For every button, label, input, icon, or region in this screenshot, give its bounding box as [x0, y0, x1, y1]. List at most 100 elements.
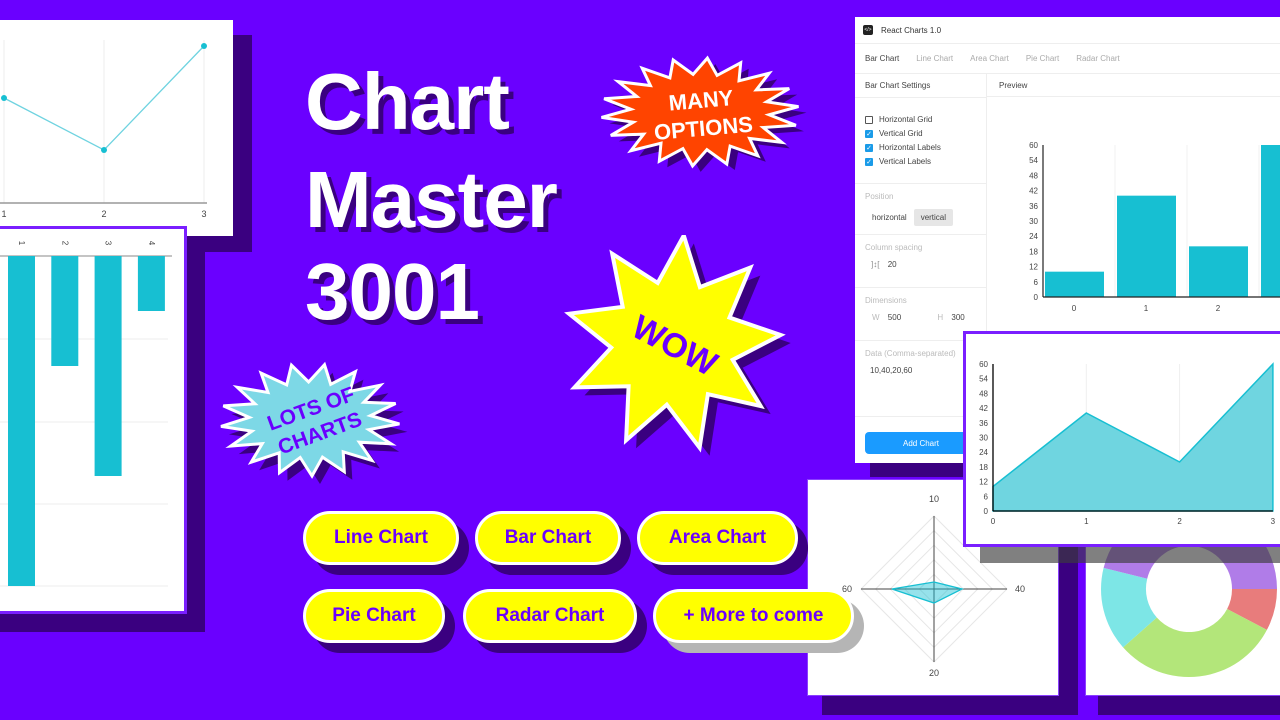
- bar-chart-button[interactable]: Bar Chart: [475, 511, 621, 565]
- checkbox-label: Vertical Grid: [879, 129, 923, 138]
- donut-card-shadow: [1098, 695, 1280, 715]
- radar-label: 40: [1015, 584, 1025, 594]
- y-tick-label: 36: [979, 419, 988, 428]
- line-chart: 1 2 3: [0, 40, 207, 219]
- line-chart-card: 1 2 3: [0, 20, 233, 236]
- data-point: [101, 147, 107, 153]
- tab-line-chart[interactable]: Line Chart: [916, 54, 953, 63]
- app-header: </> React Charts 1.0: [855, 17, 1280, 44]
- position-horizontal[interactable]: horizontal: [865, 209, 914, 226]
- tab-bar-chart[interactable]: Bar Chart: [865, 54, 899, 63]
- y-tick-label: 48: [1029, 171, 1038, 180]
- add-chart-button[interactable]: Add Chart: [865, 432, 977, 454]
- app-title: React Charts 1.0: [881, 25, 942, 35]
- radar-label: 10: [929, 494, 939, 504]
- y-tick-label: 12: [1029, 263, 1038, 272]
- radar-label: 60: [842, 584, 852, 594]
- y-tick-label: 18: [979, 463, 988, 472]
- y-tick-label: 0: [1034, 293, 1039, 302]
- y-tick-label: 30: [1029, 217, 1038, 226]
- x-tick-label: 2: [1177, 517, 1182, 526]
- x-tick-label: 1: [17, 241, 26, 246]
- wow-starburst: WOW: [564, 235, 791, 456]
- area-fill: [992, 362, 1274, 512]
- area-chart-button[interactable]: Area Chart: [637, 511, 798, 565]
- bar: [51, 256, 79, 366]
- checkbox[interactable]: [865, 115, 873, 124]
- column-spacing-icon: ]↕[: [871, 260, 880, 269]
- x-tick-label: 1: [1084, 517, 1089, 526]
- tab-radar-chart[interactable]: Radar Chart: [1076, 54, 1120, 63]
- y-tick-label: 54: [979, 375, 988, 384]
- data-input[interactable]: 10,40,20,60: [870, 366, 912, 375]
- y-tick-label: 6: [1034, 278, 1039, 287]
- inverted-bar-chart: 1 2 3 4: [0, 241, 172, 587]
- pie-chart-button[interactable]: Pie Chart: [303, 589, 445, 643]
- radar-chart-button[interactable]: Radar Chart: [463, 589, 637, 643]
- title-line-1: Chart: [305, 57, 510, 146]
- bar: [137, 256, 165, 311]
- y-tick-label: 30: [979, 434, 988, 443]
- x-tick-label: 0: [991, 517, 996, 526]
- radar-card-shadow: [1058, 546, 1078, 715]
- x-tick-label: 1: [1144, 304, 1149, 313]
- x-tick-label: 3: [104, 241, 113, 246]
- line-chart-button[interactable]: Line Chart: [303, 511, 459, 565]
- code-icon: </>: [863, 25, 873, 35]
- y-tick-label: 60: [1029, 141, 1038, 150]
- x-tick-label: 3: [1271, 517, 1276, 526]
- checkbox-label: Horizontal Labels: [879, 143, 941, 152]
- spacing-input[interactable]: 20: [888, 260, 897, 269]
- x-tick-label: 4: [147, 241, 156, 246]
- height-input[interactable]: 300: [951, 313, 964, 322]
- data-label: Data (Comma-separated): [865, 349, 956, 358]
- more-to-come-button[interactable]: + More to come: [653, 589, 854, 643]
- y-tick-label: 24: [1029, 232, 1038, 241]
- y-tick-label: 6: [984, 492, 989, 501]
- data-point: [201, 43, 207, 49]
- x-tick-label: 2: [101, 209, 106, 219]
- x-tick-label: 1: [1, 209, 6, 219]
- bar: [8, 256, 35, 586]
- spacing-label: Column spacing: [865, 243, 923, 252]
- checkbox-horizontal-labels[interactable]: ✓ Horizontal Labels: [865, 143, 976, 152]
- title-line-3: 3001: [305, 247, 480, 336]
- bar: [1189, 246, 1248, 297]
- y-tick-label: 12: [979, 478, 988, 487]
- position-label: Position: [865, 192, 894, 201]
- height-label: H: [937, 313, 944, 322]
- width-input[interactable]: 500: [888, 313, 901, 322]
- tab-pie-chart[interactable]: Pie Chart: [1026, 54, 1059, 63]
- y-tick-label: 54: [1029, 156, 1038, 165]
- checkbox-vertical-grid[interactable]: ✓ Vertical Grid: [865, 129, 976, 138]
- title-line-2: Master: [305, 155, 558, 244]
- lots-of-charts-starburst: LOTS OF CHARTS: [220, 361, 408, 484]
- x-tick-label: 3: [201, 209, 206, 219]
- x-tick-label: 2: [1216, 304, 1221, 313]
- many-options-starburst: MANY OPTIONS: [601, 55, 807, 172]
- tab-area-chart[interactable]: Area Chart: [970, 54, 1009, 63]
- bar: [1261, 145, 1280, 297]
- y-tick-label: 36: [1029, 202, 1038, 211]
- y-tick-label: 42: [1029, 187, 1038, 196]
- y-tick-label: 60: [979, 360, 988, 369]
- radar-label: 20: [929, 668, 939, 678]
- bar: [94, 256, 122, 476]
- x-tick-label: 2: [60, 241, 69, 246]
- position-vertical[interactable]: vertical: [913, 209, 954, 226]
- x-tick-label: 0: [1072, 304, 1077, 313]
- data-point: [1, 95, 7, 101]
- bar: [1045, 271, 1104, 297]
- inverted-bar-chart-card: 1 2 3 4: [0, 226, 187, 614]
- checkbox-horizontal-grid[interactable]: Horizontal Grid: [865, 115, 976, 124]
- checkbox-vertical-labels[interactable]: ✓ Vertical Labels: [865, 157, 976, 166]
- y-tick-label: 18: [1029, 247, 1038, 256]
- checkbox-label: Vertical Labels: [879, 157, 932, 166]
- checkbox-checked[interactable]: ✓: [865, 143, 873, 152]
- area-chart-card: 0 6 12 18 24 30 36 42 48 54 60 0 1 2 3: [963, 331, 1280, 547]
- preview-title: Preview: [987, 74, 1280, 97]
- checkbox-checked[interactable]: ✓: [865, 157, 873, 166]
- checkbox-checked[interactable]: ✓: [865, 129, 873, 138]
- y-tick-label: 24: [979, 448, 988, 457]
- radar-area: [891, 581, 964, 604]
